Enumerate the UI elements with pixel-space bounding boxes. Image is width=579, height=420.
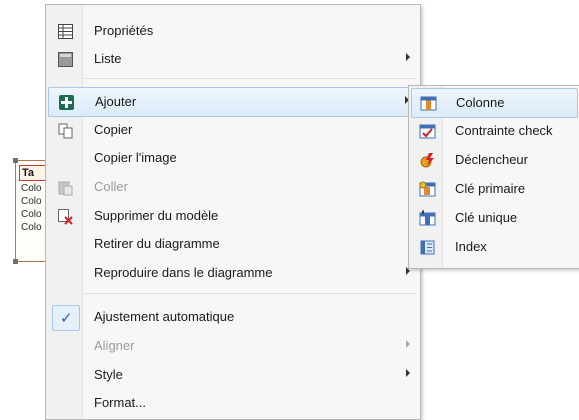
check-constraint-icon	[419, 124, 436, 139]
selection-handle[interactable]	[13, 158, 18, 163]
paste-icon	[58, 181, 73, 196]
menu-item-reproduce-in-diagram[interactable]: Reproduire dans le diagramme	[48, 259, 418, 287]
menu-item-format[interactable]: Format...	[48, 389, 418, 417]
submenu-item-index[interactable]: Index	[411, 233, 578, 261]
submenu-arrow-icon	[406, 369, 410, 377]
add-icon	[59, 95, 74, 110]
properties-grid-icon	[58, 24, 73, 39]
submenu-item-check-constraint[interactable]: Contrainte check	[411, 117, 578, 145]
menu-item-label: Ajouter	[95, 94, 137, 109]
menu-item-label: Supprimer du modèle	[94, 208, 219, 223]
menu-item-label: Aligner	[94, 338, 135, 353]
menu-item-label: Style	[94, 367, 123, 382]
menu-item-properties[interactable]: Propriétés	[48, 17, 418, 45]
submenu-item-label: Colonne	[456, 95, 505, 110]
menu-item-label: Format...	[94, 395, 147, 410]
context-menu: Propriétés Liste Ajouter Copier Copier l…	[45, 4, 421, 420]
menu-item-auto-fit[interactable]: ✓ Ajustement automatique	[48, 303, 418, 331]
menu-item-label: Copier l'image	[94, 150, 177, 165]
menu-item-align[interactable]: Aligner	[48, 332, 418, 360]
submenu-item-column[interactable]: Colonne	[411, 88, 578, 118]
menu-item-label: Ajustement automatique	[94, 309, 235, 324]
selection-handle[interactable]	[13, 259, 18, 264]
menu-item-copy-image[interactable]: Copier l'image	[48, 144, 418, 172]
unique-key-icon	[419, 210, 436, 226]
menu-item-label: Copier	[94, 122, 133, 137]
submenu-item-label: Index	[455, 239, 487, 254]
submenu-item-primary-key[interactable]: Clé primaire	[411, 175, 578, 203]
menu-separator	[84, 293, 416, 294]
submenu-item-label: Contrainte check	[455, 123, 553, 138]
primary-key-icon	[419, 181, 436, 197]
menu-item-label: Coller	[94, 179, 128, 194]
menu-item-add[interactable]: Ajouter	[48, 87, 418, 117]
menu-item-label: Retirer du diagramme	[94, 236, 220, 251]
check-indicator: ✓	[52, 305, 80, 331]
menu-item-style[interactable]: Style	[48, 361, 418, 389]
submenu-item-unique-key[interactable]: Clé unique	[411, 204, 578, 232]
menu-separator	[84, 78, 416, 79]
menu-item-paste[interactable]: Coller	[48, 173, 418, 201]
submenu-arrow-icon	[406, 53, 410, 61]
menu-item-copy[interactable]: Copier	[48, 116, 418, 144]
submenu-arrow-icon	[406, 340, 410, 348]
submenu-item-label: Déclencheur	[455, 152, 528, 167]
menu-item-list[interactable]: Liste	[48, 45, 418, 73]
menu-item-label: Reproduire dans le diagramme	[94, 265, 273, 280]
submenu-item-label: Clé primaire	[455, 181, 526, 196]
trigger-icon	[420, 153, 434, 168]
submenu-item-label: Clé unique	[455, 210, 518, 225]
menu-item-label: Liste	[94, 51, 122, 66]
copy-icon	[58, 123, 73, 139]
submenu-item-trigger[interactable]: Déclencheur	[411, 146, 578, 174]
menu-item-label: Propriétés	[94, 23, 154, 38]
column-icon	[420, 96, 437, 111]
list-icon	[58, 52, 73, 67]
menu-item-delete-from-model[interactable]: Supprimer du modèle	[48, 202, 418, 230]
delete-icon	[58, 209, 73, 225]
index-icon	[420, 240, 435, 255]
checkmark-icon: ✓	[60, 310, 73, 327]
menu-item-remove-from-diagram[interactable]: Retirer du diagramme	[48, 230, 418, 258]
add-submenu: Colonne Contrainte check Déclencheur Clé…	[408, 85, 579, 269]
